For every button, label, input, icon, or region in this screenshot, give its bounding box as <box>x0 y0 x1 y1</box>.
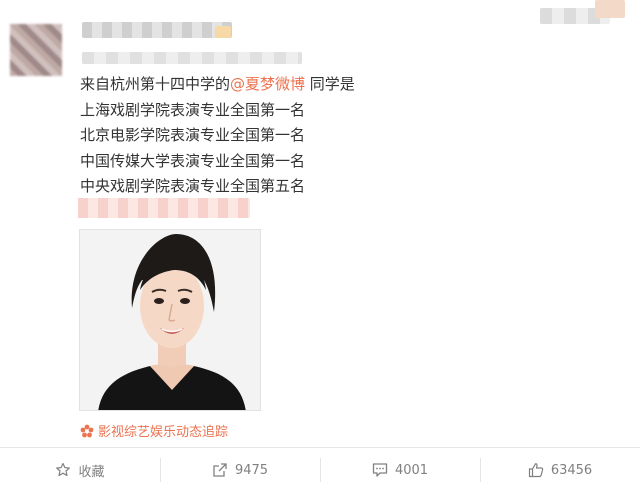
action-bar: 收藏 9475 4001 63456 <box>0 448 640 492</box>
favorite-button[interactable]: 收藏 <box>0 448 160 492</box>
favorite-label: 收藏 <box>78 464 105 480</box>
star-icon <box>56 462 71 477</box>
avatar[interactable] <box>10 24 62 76</box>
repost-icon <box>213 463 227 477</box>
repost-button[interactable]: 9475 <box>160 448 320 492</box>
post-line-1: 来自杭州第十四中学的@夏梦微博 同学是 <box>80 72 620 98</box>
comment-count: 4001 <box>394 462 429 478</box>
source-attribution[interactable]: 影视综艺娱乐动态追踪 <box>80 421 228 440</box>
post-line-1-suffix: 同学是 <box>305 75 355 93</box>
post-line-1-prefix: 来自杭州第十四中学的 <box>80 75 231 93</box>
flower-icon <box>80 424 94 437</box>
post-meta-blurred <box>82 52 302 64</box>
portrait-illustration <box>80 230 260 410</box>
thumbs-up-icon <box>528 463 544 478</box>
like-count: 63456 <box>550 462 593 478</box>
post-text: 来自杭州第十四中学的@夏梦微博 同学是 上海戏剧学院表演专业全国第一名 北京电影… <box>80 72 620 200</box>
post-line-5: 中央戏剧学院表演专业全国第五名 <box>80 177 306 195</box>
like-button[interactable]: 63456 <box>480 448 640 492</box>
repost-count: 9475 <box>234 462 269 478</box>
user-badge-blurred <box>215 26 231 38</box>
post-line-2: 上海戏剧学院表演专业全国第一名 <box>80 100 306 119</box>
post-line-4: 中国传媒大学表演专业全国第一名 <box>80 151 306 170</box>
post-line-3: 北京电影学院表演专业全国第一名 <box>80 126 306 144</box>
source-label[interactable]: 影视综艺娱乐动态追踪 <box>98 421 228 440</box>
top-right-blurred-2 <box>595 0 625 18</box>
comment-icon <box>372 463 388 477</box>
hashtag-blurred[interactable] <box>78 198 250 218</box>
post-image[interactable] <box>79 229 261 411</box>
username-blurred[interactable] <box>82 22 232 38</box>
comment-button[interactable]: 4001 <box>320 448 480 492</box>
mention-link[interactable]: @夏梦微博 <box>230 75 305 93</box>
